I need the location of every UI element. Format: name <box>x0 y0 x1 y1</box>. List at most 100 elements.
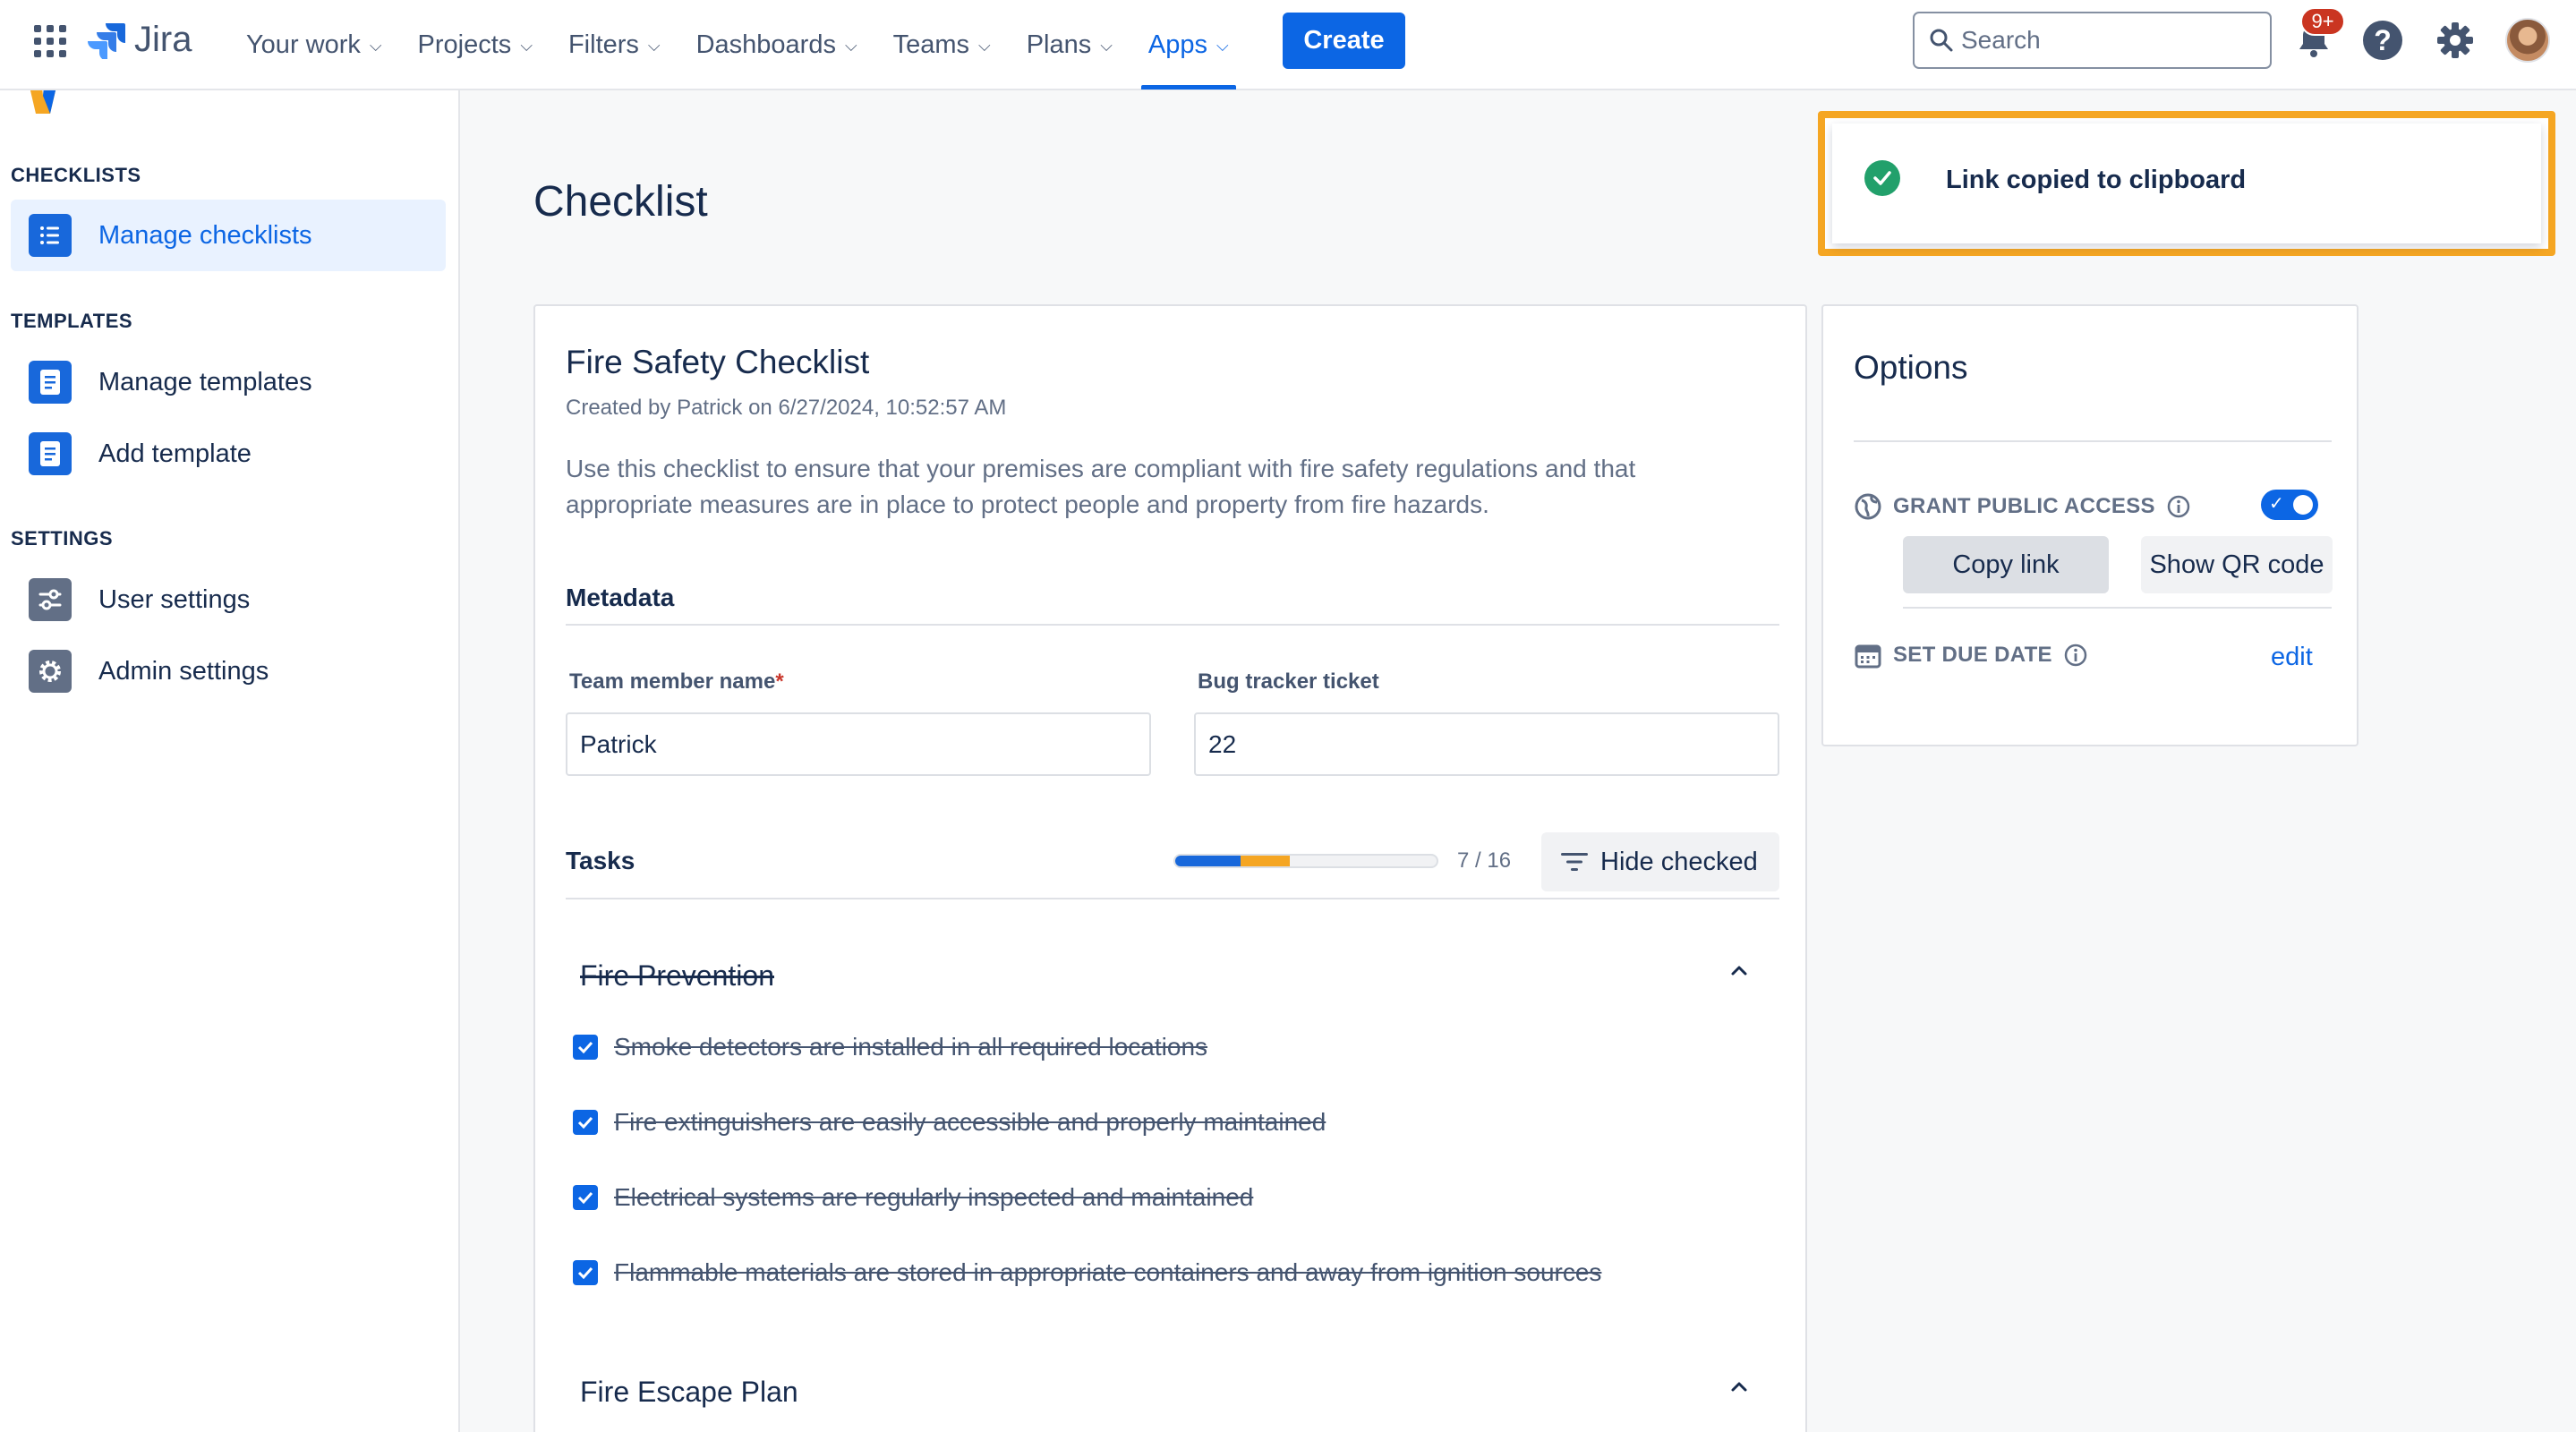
checkbox-checked[interactable] <box>573 1035 598 1060</box>
filter-icon <box>1561 853 1588 871</box>
metadata-divider <box>566 624 1779 626</box>
copy-link-button[interactable]: Copy link <box>1903 536 2109 593</box>
bug-tracker-label: Bug tracker ticket <box>1198 669 1379 694</box>
nav-label: Your work <box>246 30 361 59</box>
info-icon[interactable] <box>2166 494 2191 519</box>
document-icon <box>29 361 72 404</box>
checklist-title: Fire Safety Checklist <box>566 344 870 380</box>
app-switcher-icon[interactable] <box>34 25 66 57</box>
group-title-fire-prevention[interactable]: Fire Prevention <box>580 959 774 993</box>
sidebar-item-admin-settings[interactable]: Admin settings <box>11 635 446 707</box>
public-access-toggle[interactable]: ✓ <box>2261 490 2318 520</box>
task-text: Electrical systems are regularly inspect… <box>614 1183 1254 1211</box>
nav-filters[interactable]: Filters ⌵ <box>550 0 678 90</box>
sliders-icon <box>29 578 72 621</box>
chevron-up-icon[interactable] <box>1726 957 1753 984</box>
search-placeholder: Search <box>1961 26 2041 54</box>
app-name: Jira <box>134 20 192 59</box>
required-marker: * <box>775 669 784 694</box>
options-title: Options <box>1854 349 1968 386</box>
tasks-divider <box>566 898 1779 899</box>
options-panel: Options GRANT PUBLIC ACCESS ✓ Copy link … <box>1821 304 2358 746</box>
nav-projects[interactable]: Projects ⌵ <box>400 0 550 90</box>
nav-apps[interactable]: Apps ⌵ <box>1130 0 1247 90</box>
team-member-field[interactable]: Patrick <box>566 712 1151 776</box>
hide-checked-button[interactable]: Hide checked <box>1541 832 1779 891</box>
nav-dashboards[interactable]: Dashboards ⌵ <box>678 0 875 90</box>
chevron-down-icon: ⌵ <box>844 36 857 55</box>
task-text: Flammable materials are stored in approp… <box>614 1258 1602 1286</box>
main-nav: Your work ⌵ Projects ⌵ Filters ⌵ Dashboards… <box>228 0 1247 90</box>
public-access-row: GRANT PUBLIC ACCESS <box>1854 492 2191 521</box>
info-icon[interactable] <box>2063 643 2088 668</box>
chevron-down-icon: ⌵ <box>1216 36 1229 55</box>
progress-done-segment <box>1175 856 1241 866</box>
jira-logo[interactable]: Jira <box>88 20 192 60</box>
nav-label: Plans <box>1026 30 1092 59</box>
notification-badge: 9+ <box>2300 7 2345 36</box>
gear-icon <box>29 650 72 693</box>
chevron-down-icon: ⌵ <box>1100 36 1113 55</box>
nav-plans[interactable]: Plans ⌵ <box>1009 0 1130 90</box>
show-qr-code-button[interactable]: Show QR code <box>2141 536 2333 593</box>
document-icon <box>29 432 72 475</box>
chevron-down-icon: ⌵ <box>647 36 661 55</box>
group-title-fire-escape-plan[interactable]: Fire Escape Plan <box>580 1376 798 1409</box>
top-navigation: Jira Your work ⌵ Projects ⌵ Filters ⌵ Dashb… <box>0 0 2576 90</box>
sidebar-item-manage-checklists[interactable]: Manage checklists <box>11 200 446 271</box>
create-button[interactable]: Create <box>1283 13 1405 69</box>
search-input[interactable]: Search <box>1913 12 2272 69</box>
sidebar-item-label: Manage checklists <box>98 220 312 250</box>
progress-count: 7 / 16 <box>1457 848 1512 873</box>
sidebar-item-label: Admin settings <box>98 656 269 686</box>
section-title-settings: SETTINGS <box>11 527 114 550</box>
due-date-label: SET DUE DATE <box>1893 643 2052 667</box>
task-item: Electrical systems are regularly inspect… <box>573 1183 1253 1212</box>
section-title-templates: TEMPLATES <box>11 310 133 332</box>
edit-due-date-link[interactable]: edit <box>2271 643 2313 672</box>
sidebar-item-label: User settings <box>98 584 251 614</box>
toggle-knob <box>2293 495 2313 515</box>
app-brand-logo <box>23 90 229 123</box>
progress-review-segment <box>1241 856 1291 866</box>
metadata-heading: Metadata <box>566 584 675 611</box>
check-icon: ✓ <box>2269 494 2284 514</box>
task-item: Flammable materials are stored in approp… <box>573 1258 1601 1287</box>
nav-label: Dashboards <box>695 30 836 59</box>
success-check-icon <box>1864 160 1900 196</box>
checkbox-checked[interactable] <box>573 1260 598 1285</box>
settings-gear-icon[interactable] <box>2433 18 2478 63</box>
checklist-description: Use this checklist to ensure that your p… <box>566 455 1636 518</box>
checklist-created-info: Created by Patrick on 6/27/2024, 10:52:5… <box>566 396 1007 420</box>
help-icon[interactable]: ? <box>2363 21 2402 60</box>
checkbox-checked[interactable] <box>573 1185 598 1210</box>
sidebar-item-add-template[interactable]: Add template <box>11 418 446 490</box>
toast-body: Link copied to clipboard <box>1832 124 2541 243</box>
bug-tracker-field[interactable]: 22 <box>1194 712 1779 776</box>
globe-icon <box>1855 493 1881 520</box>
sidebar-item-manage-templates[interactable]: Manage templates <box>11 346 446 418</box>
sidebar-item-label: Add template <box>98 439 252 468</box>
task-item: Smoke detectors are installed in all req… <box>573 1033 1207 1061</box>
chevron-up-icon[interactable] <box>1726 1373 1753 1400</box>
sidebar: CHECKLISTS Manage checklists TEMPLATES M… <box>0 90 460 1432</box>
nav-teams[interactable]: Teams ⌵ <box>875 0 1009 90</box>
task-progress-bar <box>1173 854 1438 868</box>
sidebar-item-user-settings[interactable]: User settings <box>11 564 446 635</box>
page-title: Checklist <box>533 178 708 226</box>
checkbox-checked[interactable] <box>573 1110 598 1135</box>
due-date-row: SET DUE DATE <box>1854 641 2088 669</box>
brand-mark-icon <box>30 90 56 114</box>
jira-mark-icon <box>88 22 125 59</box>
search-icon <box>1930 29 1953 52</box>
tasks-heading: Tasks <box>566 847 635 874</box>
calendar-icon <box>1855 644 1881 669</box>
options-divider <box>1854 440 2332 442</box>
nav-your-work[interactable]: Your work ⌵ <box>228 0 400 90</box>
user-avatar[interactable] <box>2505 18 2550 63</box>
sidebar-item-label: Manage templates <box>98 367 312 396</box>
task-item: Fire extinguishers are easily accessible… <box>573 1108 1326 1137</box>
chevron-down-icon: ⌵ <box>978 36 991 55</box>
nav-label: Teams <box>892 30 970 59</box>
task-text: Smoke detectors are installed in all req… <box>614 1033 1208 1061</box>
